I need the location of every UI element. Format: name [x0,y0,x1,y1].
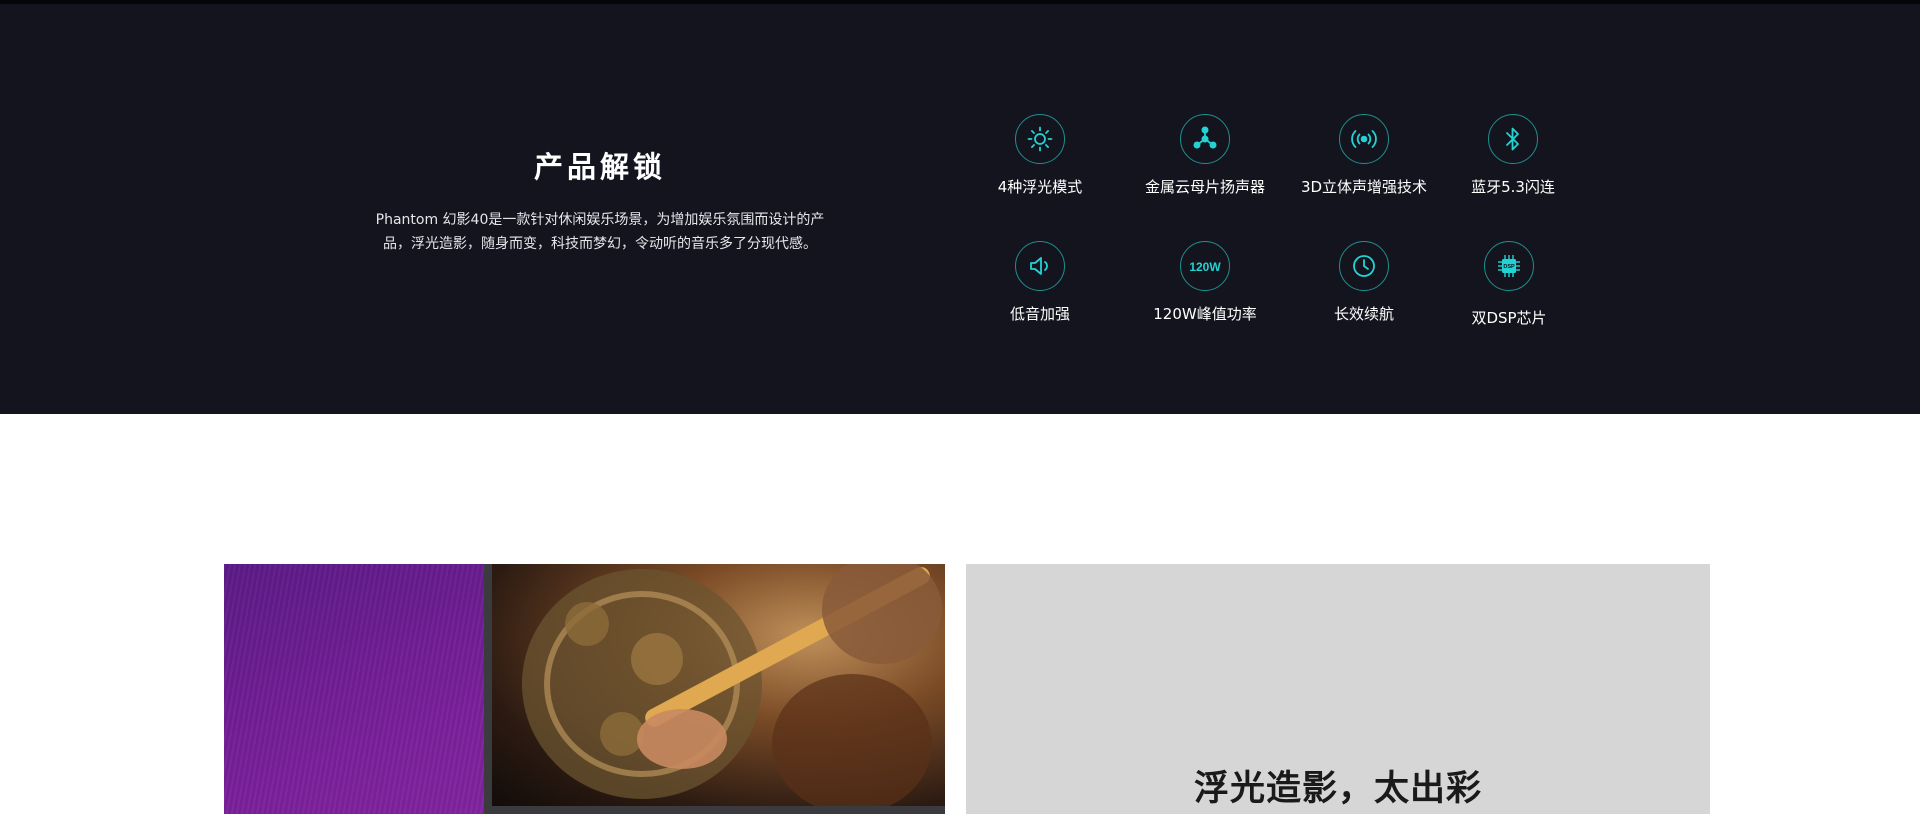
sun-icon [1015,114,1065,164]
intro-block: 产品解锁 Phantom 幻影40是一款针对休闲娱乐场景，为增加娱乐氛围而设计的… [360,144,840,256]
product-photo-card [224,564,945,814]
clock-icon [1339,241,1389,291]
description-line-2: 品，浮光造影，随身而变，科技而梦幻，令动听的音乐多了分现代感。 [383,236,817,252]
feature-label: 金属云母片扬声器 [1144,178,1265,196]
feature-label: 120W峰值功率 [1153,305,1257,323]
game-character-artwork [492,564,945,806]
feature-card-title: 浮光造影，太出彩 [1193,769,1482,809]
floating-light-feature-card: 浮光造影，太出彩 [966,564,1710,814]
section-description: Phantom 幻影40是一款针对休闲娱乐场景，为增加娱乐氛围而设计的产 品，浮… [360,208,840,256]
nodes-icon [1180,114,1230,164]
feature-bluetooth: 蓝牙5.3闪连 [1433,114,1593,197]
section-title: 产品解锁 [533,150,666,184]
feature-dual-dsp: DSP 双DSP芯片 [1429,241,1589,328]
feature-label: 3D立体声增强技术 [1300,178,1428,196]
dsp-chip-text: DSP [1503,264,1515,270]
surround-sound-icon [1339,114,1389,164]
description-line-1: Phantom 幻影40是一款针对休闲娱乐场景，为增加娱乐氛围而设计的产 [375,212,825,228]
dsp-chip-icon: DSP [1484,241,1534,291]
power-120w-icon: 120W [1180,241,1230,291]
power-120w-text: 120W [1189,260,1221,274]
feature-battery-life: 长效续航 [1284,241,1444,324]
feature-label: 双DSP芯片 [1471,309,1547,327]
feature-mica-speaker: 金属云母片扬声器 [1125,114,1285,197]
speaker-icon [1015,241,1065,291]
feature-3d-stereo: 3D立体声增强技术 [1284,114,1444,197]
feature-label: 蓝牙5.3闪连 [1471,178,1555,196]
display-monitor-image [484,564,945,814]
feature-light-modes: 4种浮光模式 [960,114,1120,197]
feature-peak-power: 120W 120W峰值功率 [1125,241,1285,324]
bluetooth-icon [1488,114,1538,164]
feature-label: 低音加强 [1009,305,1070,323]
feature-bass-boost: 低音加强 [960,241,1120,324]
feature-label: 4种浮光模式 [997,178,1083,196]
feature-label: 长效续航 [1333,305,1394,323]
product-unlock-section: 产品解锁 Phantom 幻影40是一款针对休闲娱乐场景，为增加娱乐氛围而设计的… [0,4,1920,414]
